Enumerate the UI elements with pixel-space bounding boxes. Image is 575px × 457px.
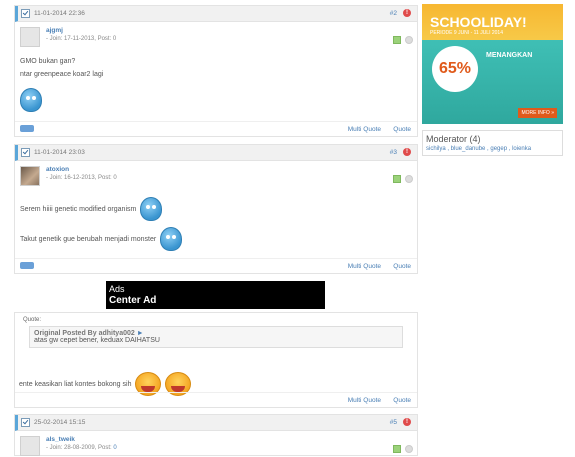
signature-icon — [20, 262, 34, 269]
reputation-icon — [393, 36, 401, 44]
join-info: - Join: 16-12-2013, Post: 0 — [46, 175, 117, 181]
avatar[interactable] — [20, 166, 40, 186]
banner-discount: 65% — [432, 46, 478, 92]
post-text: Takut genetik gue berubah menjadi monste… — [20, 235, 157, 243]
ad-label: Ads — [109, 284, 125, 294]
emoticon-icon — [20, 88, 42, 112]
select-checkbox[interactable] — [21, 9, 30, 18]
user-info: ajgmj - Join: 17-11-2013, Post: 0 — [15, 22, 417, 48]
banner-title: SCHOOLIDAY! — [430, 14, 527, 30]
avatar[interactable] — [20, 436, 40, 456]
multi-quote-button[interactable]: Multi Quote — [348, 397, 381, 404]
status-icon — [405, 445, 413, 453]
moderator-title: Moderator (4) — [426, 134, 481, 144]
post-footer: Multi Quote Quote — [15, 392, 417, 407]
post-footer: Multi Quote Quote — [15, 258, 417, 273]
report-icon[interactable]: ! — [403, 9, 411, 17]
post-number-link[interactable]: #3 — [390, 149, 397, 156]
post-number-link[interactable]: #5 — [390, 419, 397, 426]
post-timestamp: 11-01-2014 22:36 — [34, 10, 85, 17]
moderator-list[interactable]: sichilya , blue_danube , gegep , loienka — [426, 146, 559, 152]
post-2: 11-01-2014 22:36 #2 ! ajgmj - Join: 17-1… — [14, 5, 418, 137]
quote-text: atas gw cepet bener, keduax DAIHATSU — [34, 337, 160, 344]
user-info: als_tweik - Join: 28-08-2009, Post: 0 — [15, 431, 417, 457]
post-body: Serem hiiii genetic modified organism Ta… — [15, 187, 417, 261]
sidebar: SCHOOLIDAY! PERIODE 9 JUNI - 11 JULI 201… — [422, 4, 563, 156]
post-4: Quote: Original Posted By adhitya002 ► a… — [14, 312, 418, 408]
promo-banner[interactable]: SCHOOLIDAY! PERIODE 9 JUNI - 11 JULI 201… — [422, 4, 563, 124]
post-timestamp: 25-02-2014 15:15 — [34, 419, 86, 426]
banner-dates: PERIODE 9 JUNI - 11 JULI 2014 — [430, 30, 503, 36]
view-post-icon[interactable]: ► — [137, 330, 144, 337]
post-header: 25-02-2014 15:15 #5 ! — [15, 415, 417, 431]
select-checkbox[interactable] — [21, 148, 30, 157]
user-info: atoxion - Join: 16-12-2013, Post: 0 — [15, 161, 417, 187]
quote-author[interactable]: adhitya002 — [99, 330, 135, 337]
quote-button[interactable]: Quote — [393, 397, 411, 404]
status-icon — [405, 36, 413, 44]
moderator-box: Moderator (4) sichilya , blue_danube , g… — [422, 130, 563, 156]
post-header: 11-01-2014 22:36 #2 ! — [15, 6, 417, 22]
join-info: - Join: 28-08-2009, Post: 0 — [46, 445, 117, 451]
multi-quote-button[interactable]: Multi Quote — [348, 126, 381, 133]
post-text: Serem hiiii genetic modified organism — [20, 205, 137, 213]
reputation-icon — [393, 445, 401, 453]
post-timestamp: 11-01-2014 23:03 — [34, 149, 85, 156]
post-body: GMO bukan gan? ntar greenpeace koar2 lag… — [15, 48, 417, 122]
post-footer: Multi Quote Quote — [15, 121, 417, 136]
center-ad[interactable]: Ads Center Ad — [106, 281, 325, 309]
join-info: - Join: 17-11-2013, Post: 0 — [46, 36, 117, 42]
post-5: 25-02-2014 15:15 #5 ! als_tweik - Join: … — [14, 414, 418, 456]
quote-button[interactable]: Quote — [393, 126, 411, 133]
report-icon[interactable]: ! — [403, 418, 411, 426]
reputation-icon — [393, 175, 401, 183]
post-number-link[interactable]: #2 — [390, 10, 397, 17]
post-text: GMO bukan gan? — [20, 58, 76, 65]
signature-icon — [20, 125, 34, 132]
username-link[interactable]: ajgmj — [46, 27, 63, 34]
emoticon-icon — [140, 197, 163, 221]
report-icon[interactable]: ! — [403, 148, 411, 156]
more-info-button[interactable]: MORE INFO » — [518, 108, 557, 118]
avatar[interactable] — [20, 27, 40, 47]
username-link[interactable]: atoxion — [46, 166, 69, 173]
post-text: ntar greenpeace koar2 lagi — [20, 71, 104, 78]
quote-box: Original Posted By adhitya002 ► atas gw … — [29, 326, 403, 348]
username-link[interactable]: als_tweik — [46, 436, 75, 443]
original-posted-by: Original Posted By — [34, 330, 97, 337]
emoticon-icon — [160, 227, 183, 251]
quote-label: Quote: — [23, 317, 42, 323]
multi-quote-button[interactable]: Multi Quote — [348, 263, 381, 270]
banner-win: MENANGKAN — [486, 52, 533, 59]
ad-title: Center Ad — [109, 295, 157, 306]
post-text: ente keasikan liat kontes bokong sih — [19, 380, 132, 388]
select-checkbox[interactable] — [21, 418, 30, 427]
post-3: 11-01-2014 23:03 #3 ! atoxion - Join: 16… — [14, 144, 418, 274]
post-header: 11-01-2014 23:03 #3 ! — [15, 145, 417, 161]
status-icon — [405, 175, 413, 183]
quote-button[interactable]: Quote — [393, 263, 411, 270]
